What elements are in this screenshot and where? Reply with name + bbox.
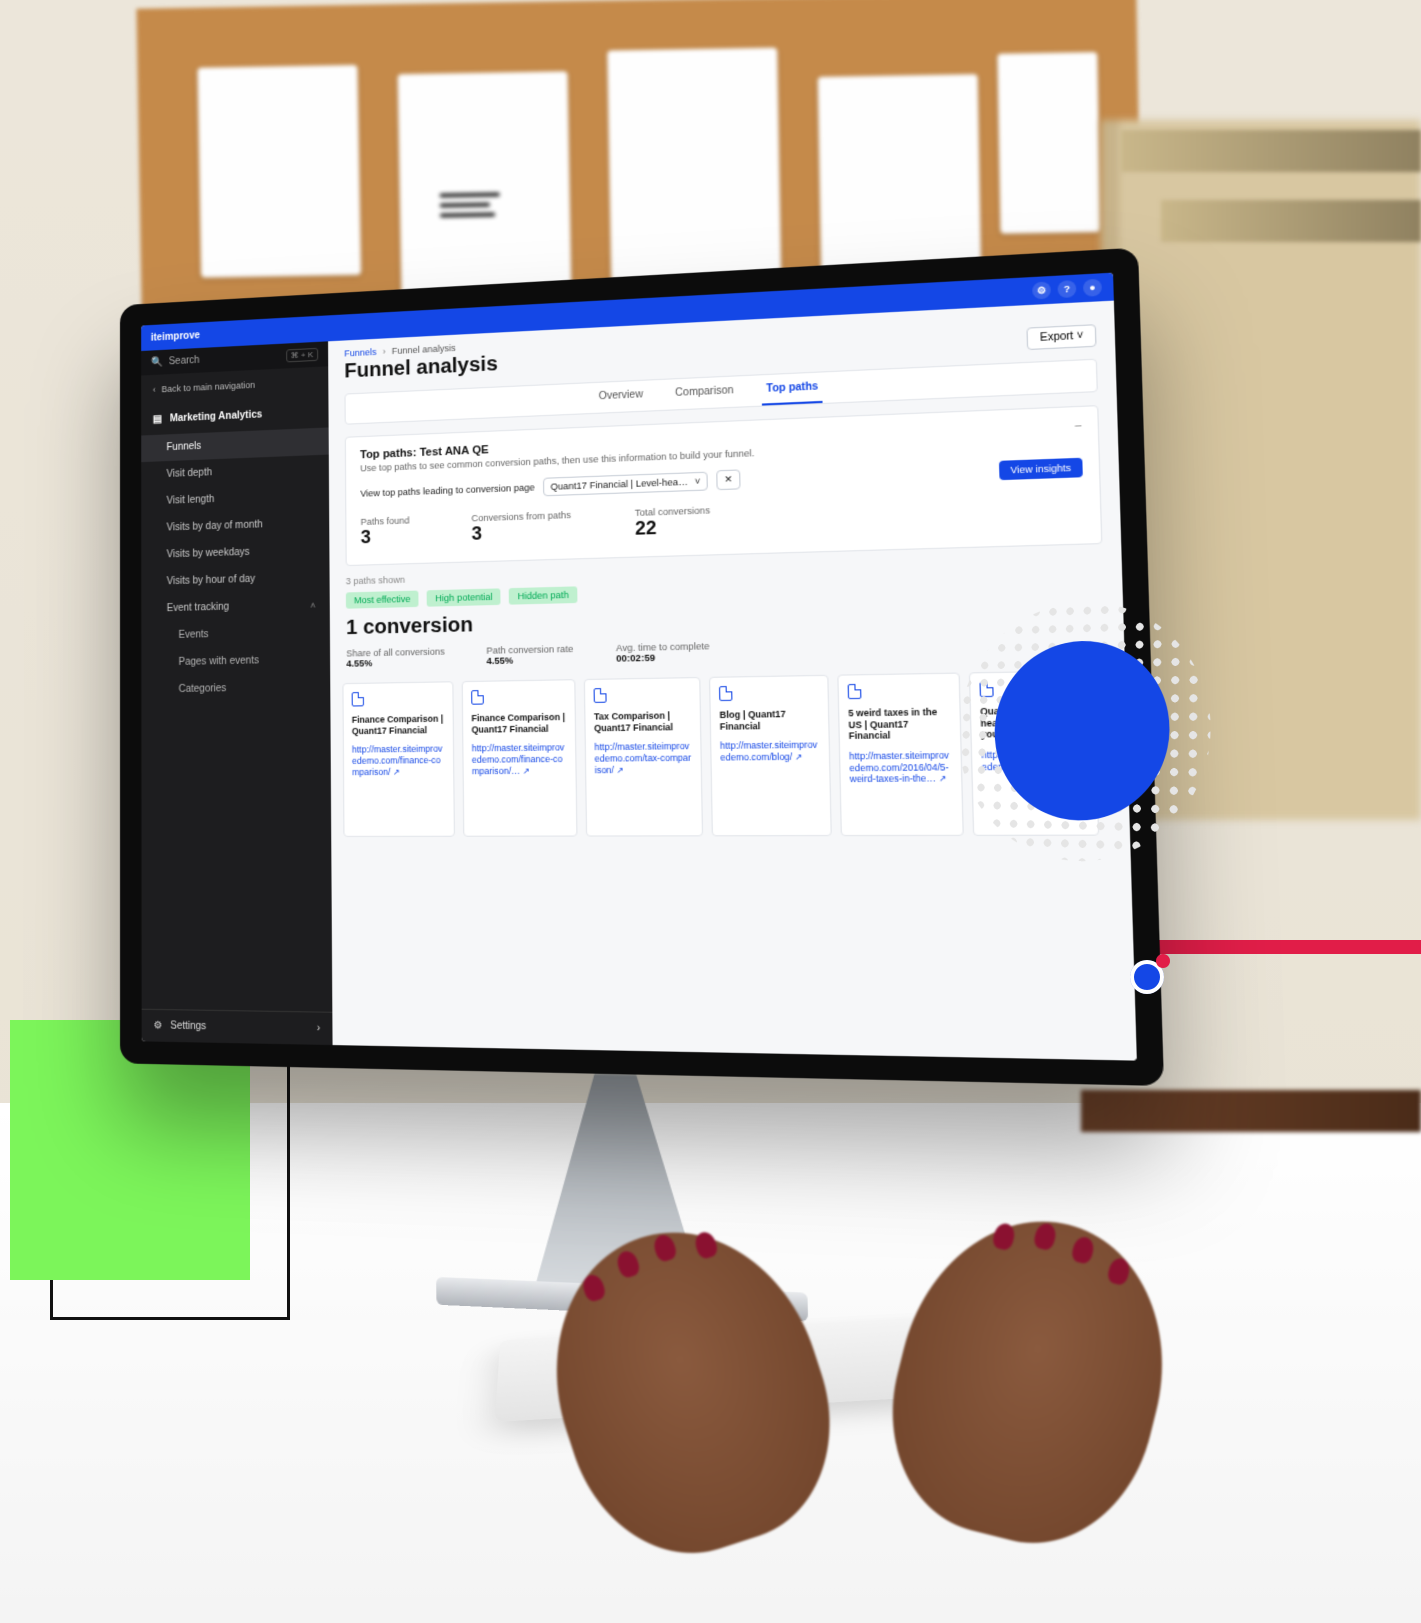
external-link-icon[interactable]: ↗	[523, 766, 530, 775]
analytics-icon: ▤	[153, 414, 162, 425]
stat-total-conversions: Total conversions 22	[635, 505, 711, 540]
stat-conversions-from-paths: Conversions from paths 3	[471, 510, 571, 545]
page-icon	[352, 692, 364, 707]
chip-hidden-path[interactable]: Hidden path	[509, 586, 577, 604]
path-step[interactable]: Finance Comparison | Quant17 Financial h…	[462, 679, 578, 837]
metric-path-rate: Path conversion rate 4.55%	[486, 644, 573, 666]
view-insights-button[interactable]: View insights	[999, 457, 1083, 479]
conversion-page-select[interactable]: Quant17 Financial | Level-hea… ˅	[543, 471, 708, 496]
tab-comparison[interactable]: Comparison	[671, 385, 738, 410]
search-label: Search	[169, 355, 200, 367]
panel-collapse-icon[interactable]: –	[1075, 420, 1082, 432]
path-step[interactable]: Blog | Quant17 Financial http://master.s…	[709, 675, 832, 837]
stats-row: Paths found 3 Conversions from paths 3 T…	[361, 492, 1085, 552]
page-title: Funnel analysis	[344, 353, 498, 384]
close-icon: ✕	[724, 474, 732, 486]
brand-logo: iteimprove	[151, 330, 200, 343]
metric-share: Share of all conversions 4.55%	[346, 646, 445, 668]
page-icon	[594, 688, 607, 703]
external-link-icon[interactable]: ↗	[617, 765, 624, 775]
external-link-icon[interactable]: ↗	[795, 752, 803, 762]
gear-icon[interactable]: ⚙	[1032, 281, 1051, 299]
top-paths-panel: Top paths: Test ANA QE Use top paths to …	[345, 405, 1103, 566]
path-step[interactable]: Tax Comparison | Quant17 Financial http:…	[584, 677, 703, 837]
page-icon	[471, 690, 484, 705]
clear-filter-button[interactable]: ✕	[716, 469, 740, 490]
back-icon: ‹	[153, 385, 156, 395]
search-shortcut: ⌘ + K	[286, 348, 318, 363]
page-icon	[719, 686, 732, 701]
chevron-down-icon: ˅	[1076, 330, 1083, 342]
path-step[interactable]: 5 weird taxes in the US | Quant17 Financ…	[837, 673, 964, 837]
chip-high-potential[interactable]: High potential	[427, 588, 501, 606]
sidebar-item-pages-with-events[interactable]: Pages with events	[141, 646, 330, 677]
metric-avg-time: Avg. time to complete 00:02:59	[616, 641, 710, 664]
stat-paths-found: Paths found 3	[361, 515, 410, 548]
tab-top-paths[interactable]: Top paths	[762, 381, 823, 406]
gear-icon: ⚙	[153, 1020, 162, 1031]
sidebar: 🔍 Search ⌘ + K ‹ Back to main navigation…	[141, 341, 332, 1045]
filter-label: View top paths leading to conversion pag…	[360, 482, 534, 499]
user-avatar-icon[interactable]: ●	[1083, 279, 1102, 297]
external-link-icon[interactable]: ↗	[939, 774, 947, 784]
breadcrumb-sep: ›	[383, 346, 386, 356]
chevron-right-icon: ›	[317, 1023, 320, 1034]
page-icon	[848, 684, 862, 699]
sidebar-settings[interactable]: ⚙ Settings ›	[142, 1010, 333, 1045]
help-icon[interactable]: ?	[1057, 280, 1076, 298]
path-step[interactable]: Finance Comparison | Quant17 Financial h…	[342, 681, 455, 837]
chevron-up-icon: ˄	[310, 600, 315, 610]
external-link-icon[interactable]: ↗	[393, 767, 400, 776]
search-icon: 🔍	[151, 357, 163, 368]
chevron-down-icon: ˅	[694, 476, 700, 487]
sidebar-item-events[interactable]: Events	[141, 618, 330, 649]
tab-overview[interactable]: Overview	[594, 389, 647, 413]
chip-most-effective[interactable]: Most effective	[346, 591, 419, 609]
location-pin-icon	[1130, 960, 1164, 994]
export-button[interactable]: Export ˅	[1027, 324, 1097, 350]
sidebar-item-categories[interactable]: Categories	[141, 673, 330, 703]
